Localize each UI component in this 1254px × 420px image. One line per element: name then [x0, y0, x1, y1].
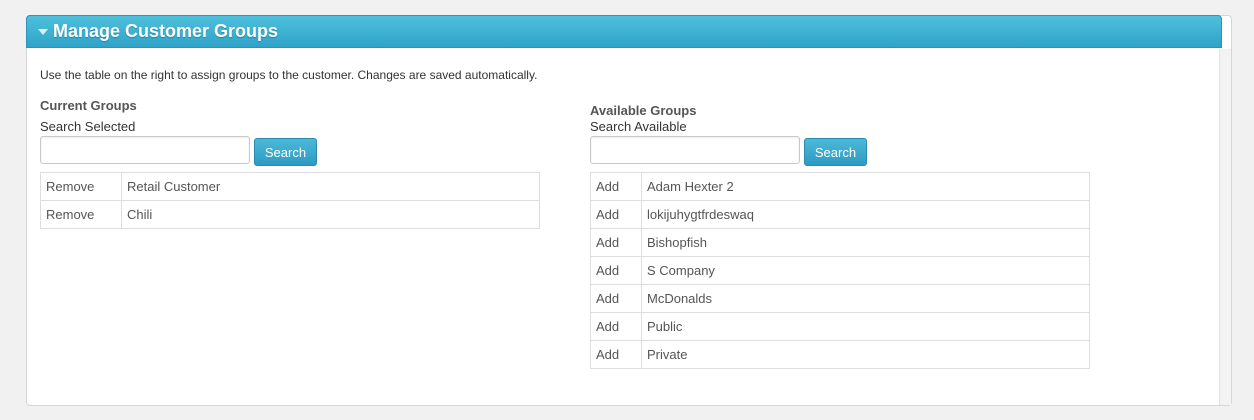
table-row: Add Adam Hexter 2	[590, 172, 1090, 201]
table-row: Add Private	[590, 340, 1090, 369]
group-name: McDonalds	[641, 284, 1090, 313]
table-row: Add Bishopfish	[590, 228, 1090, 257]
current-groups-table: Remove Retail Customer Remove Chili	[40, 172, 540, 229]
available-groups-table: Add Adam Hexter 2 Add lokijuhygtfrdeswaq Add…	[590, 172, 1090, 369]
available-groups-title: Available Groups	[590, 103, 697, 118]
panel-side-strip	[1219, 49, 1231, 405]
group-name: lokijuhygtfrdeswaq	[641, 200, 1090, 229]
table-row: Add lokijuhygtfrdeswaq	[590, 200, 1090, 229]
search-selected-label: Search Selected	[40, 119, 136, 134]
group-name: Chili	[121, 200, 540, 229]
panel-header[interactable]: Manage Customer Groups	[26, 15, 1222, 48]
instructions-text: Use the table on the right to assign gro…	[40, 68, 538, 82]
search-selected-input[interactable]	[40, 136, 250, 164]
group-name: Public	[641, 312, 1090, 341]
table-row: Remove Retail Customer	[40, 172, 540, 201]
search-selected-button[interactable]: Search	[254, 138, 317, 166]
remove-group-link[interactable]: Remove	[40, 172, 122, 201]
add-group-link[interactable]: Add	[590, 284, 642, 313]
add-group-link[interactable]: Add	[590, 340, 642, 369]
search-available-input[interactable]	[590, 136, 800, 164]
group-name: Adam Hexter 2	[641, 172, 1090, 201]
search-available-label: Search Available	[590, 119, 687, 134]
manage-customer-groups-panel: Manage Customer Groups Use the table on …	[26, 15, 1232, 406]
table-row: Add S Company	[590, 256, 1090, 285]
add-group-link[interactable]: Add	[590, 228, 642, 257]
table-row: Add Public	[590, 312, 1090, 341]
group-name: Retail Customer	[121, 172, 540, 201]
add-group-link[interactable]: Add	[590, 200, 642, 229]
group-name: Private	[641, 340, 1090, 369]
group-name: S Company	[641, 256, 1090, 285]
triangle-down-icon[interactable]	[38, 28, 48, 35]
add-group-link[interactable]: Add	[590, 312, 642, 341]
page: Manage Customer Groups Use the table on …	[0, 0, 1254, 420]
add-group-link[interactable]: Add	[590, 256, 642, 285]
search-available-button[interactable]: Search	[804, 138, 867, 166]
table-row: Remove Chili	[40, 200, 540, 229]
add-group-link[interactable]: Add	[590, 172, 642, 201]
current-groups-title: Current Groups	[40, 98, 137, 113]
group-name: Bishopfish	[641, 228, 1090, 257]
panel-title: Manage Customer Groups	[53, 21, 279, 41]
table-row: Add McDonalds	[590, 284, 1090, 313]
remove-group-link[interactable]: Remove	[40, 200, 122, 229]
